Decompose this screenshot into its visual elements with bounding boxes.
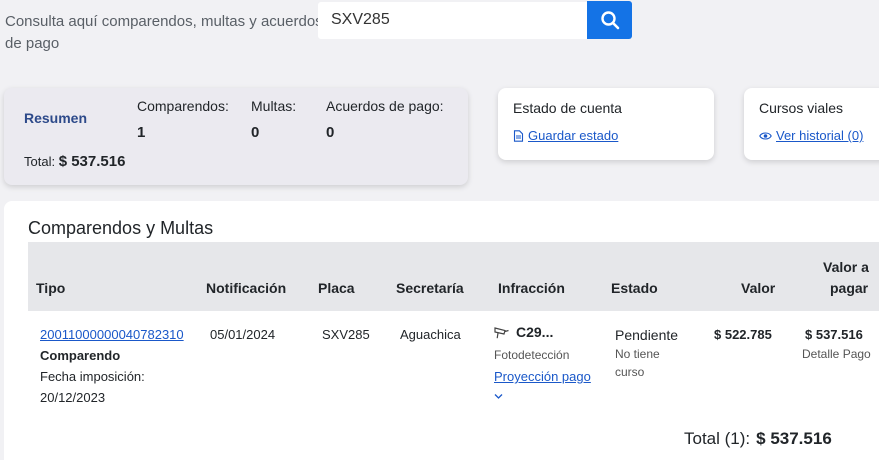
eye-icon — [759, 131, 772, 140]
row-estado: Pendiente — [615, 327, 679, 343]
estado-cuenta-card: Estado de cuenta Guardar estado — [498, 88, 714, 160]
count-value: 1 — [137, 124, 146, 141]
comparendo-number-link[interactable]: 20011000000040782310 — [40, 327, 184, 342]
summary-card: Resumen Comparendos: 1 Multas: 0 Acuerdo… — [4, 88, 468, 185]
header-secretaria: Secretaría — [396, 280, 464, 296]
total-value: $ 537.516 — [756, 429, 832, 448]
count-label: Acuerdos de pago: — [326, 98, 444, 114]
search-button[interactable] — [587, 1, 632, 39]
detalle-pago[interactable]: Detalle Pago — [802, 347, 871, 361]
count-multas: Multas: 0 — [251, 98, 296, 141]
search-icon — [600, 11, 619, 30]
search-label: Consulta aquí comparendos, multas y acue… — [5, 13, 323, 52]
expand-chevron-icon[interactable] — [494, 388, 503, 403]
row-placa: SXV285 — [322, 327, 370, 342]
row-curso-line1: No tiene — [615, 347, 660, 361]
row-curso-line2: curso — [615, 365, 645, 379]
camera-icon — [494, 326, 509, 338]
header-valor-pagar-line2: pagar — [830, 280, 869, 296]
ver-historial-link[interactable]: Ver historial (0) — [759, 128, 863, 143]
row-infraccion: C29... — [494, 324, 553, 340]
document-icon — [513, 129, 524, 142]
header-tipo: Tipo — [36, 280, 66, 296]
count-value: 0 — [326, 124, 335, 141]
table-header: Tipo Notificación Placa Secretaría Infra… — [28, 242, 879, 311]
section-title: Comparendos y Multas — [28, 218, 214, 238]
summary-total: Total: $ 537.516 — [24, 153, 125, 170]
header-notificacion: Notificación — [206, 280, 287, 296]
search-area: Consulta aquí comparendos, multas y acue… — [0, 0, 879, 72]
count-acuerdos: Acuerdos de pago: 0 — [326, 98, 444, 141]
count-label: Comparendos: — [137, 98, 229, 114]
row-valor: $ 522.785 — [714, 327, 772, 342]
summary-title: Resumen — [24, 110, 88, 126]
header-infraccion: Infracción — [498, 280, 565, 296]
summary-total-label: Total: — [24, 154, 56, 169]
cursos-viales-card: Cursos viales Ver historial (0) — [744, 88, 879, 160]
row-fecha-label: Fecha imposición: — [40, 369, 145, 384]
comparendos-panel: Comparendos y Multas Tipo Notificación P… — [4, 201, 879, 460]
header-estado: Estado — [611, 280, 658, 296]
row-fecha: 20/12/2023 — [40, 390, 106, 405]
header-valor: Valor — [741, 280, 776, 296]
row-tipo: Comparendo — [40, 348, 121, 363]
guardar-estado-label[interactable]: Guardar estado — [528, 128, 618, 143]
row-notificacion: 05/01/2024 — [210, 327, 276, 342]
ver-historial-label[interactable]: Ver historial (0) — [776, 128, 863, 143]
count-value: 0 — [251, 124, 260, 141]
infraccion-code: C29... — [516, 324, 554, 340]
total-label: Total (1): — [684, 429, 751, 448]
row-secretaria: Aguachica — [400, 327, 461, 342]
proyeccion-pago-link[interactable]: Proyección pago — [494, 369, 591, 384]
cursos-viales-heading: Cursos viales — [759, 100, 844, 116]
estado-cuenta-heading: Estado de cuenta — [513, 100, 622, 116]
search-input[interactable]: SXV285 — [318, 2, 588, 39]
summary-total-value: $ 537.516 — [58, 153, 126, 170]
count-label: Multas: — [251, 98, 297, 114]
infraccion-tipo: Fotodetección — [494, 348, 570, 362]
header-placa: Placa — [318, 280, 355, 296]
header-valor-pagar-line1: Valor a — [823, 259, 869, 275]
guardar-estado-link[interactable]: Guardar estado — [513, 128, 618, 143]
table-total: Total (1): $ 537.516 — [684, 429, 832, 449]
count-comparendos: Comparendos: 1 — [137, 98, 229, 141]
row-valor-pagar: $ 537.516 — [805, 327, 863, 342]
